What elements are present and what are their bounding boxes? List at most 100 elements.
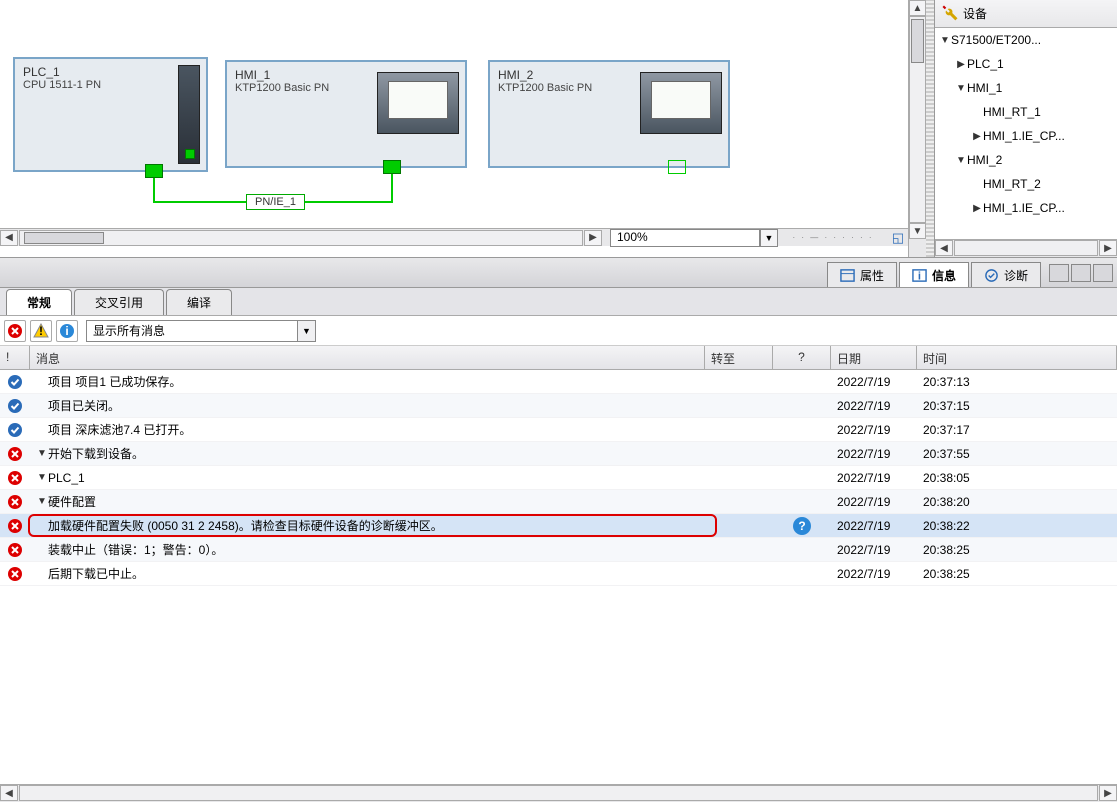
filter-info-icon[interactable]: i [56, 320, 78, 342]
net-port-hmi2[interactable] [668, 160, 686, 174]
bottom-hscroll-track[interactable] [19, 785, 1098, 801]
tree-label: HMI_RT_1 [983, 105, 1041, 119]
svg-text:!: ! [39, 324, 43, 338]
error-icon [0, 542, 30, 558]
hscroll-right-button[interactable]: ▶ [584, 230, 602, 246]
message-header: ! 消息 转至 ? 日期 时间 [0, 346, 1117, 370]
tree-hscroll-right[interactable]: ▶ [1099, 240, 1117, 256]
tree-label: HMI_1 [967, 81, 1002, 95]
device-plc[interactable]: PLC_1 CPU 1511-1 PN [13, 57, 208, 172]
col-msg[interactable]: 消息 [30, 346, 705, 369]
tree-toggle-icon[interactable]: ▼ [955, 83, 967, 94]
message-area: ! 消息 转至 ? 日期 时间 项目 项目1 已成功保存。2022/7/1920… [0, 346, 1117, 784]
message-row[interactable]: 后期下载已中止。2022/7/1920:38:25 [0, 562, 1117, 586]
net-port-hmi1[interactable] [383, 160, 401, 174]
col-time[interactable]: 时间 [917, 346, 1117, 369]
vscroll-thumb[interactable] [911, 19, 924, 63]
filter-select[interactable]: ▼ [86, 320, 316, 342]
window-button-3[interactable] [1093, 264, 1113, 282]
hmi-hardware-icon [377, 72, 459, 134]
row-toggle-icon[interactable]: ▼ [36, 496, 48, 507]
tree-hscroll-left[interactable]: ◀ [935, 240, 953, 256]
tree-node[interactable]: HMI_RT_1 [935, 100, 1117, 124]
message-help[interactable]: ? [773, 517, 831, 535]
inner-tab-crossref[interactable]: 交叉引用 [74, 289, 164, 315]
device-hmi2-sub: KTP1200 Basic PN [498, 82, 640, 94]
message-body[interactable]: 项目 项目1 已成功保存。2022/7/1920:37:13 项目已关闭。 202… [0, 370, 1117, 784]
filter-dropdown-button[interactable]: ▼ [297, 321, 315, 341]
zoom-dropdown-button[interactable]: ▼ [760, 229, 778, 247]
message-row[interactable]: 项目已关闭。2022/7/1920:37:15 [0, 394, 1117, 418]
tree-node[interactable]: ▼HMI_2 [935, 148, 1117, 172]
row-toggle-icon[interactable]: ▼ [36, 448, 48, 459]
tree-node[interactable]: ▶PLC_1 [935, 52, 1117, 76]
message-text: 项目已关闭。 [30, 397, 705, 414]
tree-toggle-icon[interactable]: ▶ [971, 203, 983, 214]
message-row[interactable]: 项目 深床滤池7.4 已打开。2022/7/1920:37:17 [0, 418, 1117, 442]
tree-hscroll-track[interactable] [954, 240, 1098, 256]
hscroll-track[interactable] [19, 230, 583, 246]
vscroll-track[interactable] [909, 16, 926, 223]
vscroll-up-button[interactable]: ▲ [909, 0, 926, 16]
tree-node[interactable]: ▼S71500/ET200... [935, 28, 1117, 52]
tab-properties[interactable]: 属性 [827, 262, 897, 287]
window-button-1[interactable] [1049, 264, 1069, 282]
window-button-2[interactable] [1071, 264, 1091, 282]
tree-label: S71500/ET200... [951, 33, 1041, 47]
network-label[interactable]: PN/IE_1 [246, 194, 305, 210]
message-row[interactable]: 项目 项目1 已成功保存。2022/7/1920:37:13 [0, 370, 1117, 394]
message-date: 2022/7/19 [831, 567, 917, 581]
row-toggle-icon[interactable]: ▼ [36, 472, 48, 483]
bottom-hscroll-left[interactable]: ◀ [0, 785, 18, 801]
col-goto[interactable]: 转至 [705, 346, 773, 369]
filter-warning-icon[interactable]: ! [30, 320, 52, 342]
splitter[interactable] [926, 0, 934, 257]
col-q[interactable]: ? [773, 346, 831, 369]
tree-toggle-icon[interactable]: ▶ [971, 131, 983, 142]
bottom-hscroll-right[interactable]: ▶ [1099, 785, 1117, 801]
tab-info[interactable]: i 信息 [899, 262, 969, 287]
filter-error-icon[interactable] [4, 320, 26, 342]
tree-toggle-icon[interactable]: ▼ [955, 155, 967, 166]
tree-body[interactable]: ▼S71500/ET200...▶PLC_1▼HMI_1HMI_RT_1▶HMI… [935, 28, 1117, 239]
hscroll-left-button[interactable]: ◀ [0, 230, 18, 246]
message-row[interactable]: 加载硬件配置失败 (0050 31 2 2458)。请检查目标硬件设备的诊断缓冲… [0, 514, 1117, 538]
col-date[interactable]: 日期 [831, 346, 917, 369]
tree-header-label: 设备 [963, 5, 987, 22]
tree-label: HMI_1.IE_CP... [983, 201, 1065, 215]
info-icon: i [912, 267, 928, 283]
network-canvas[interactable]: PLC_1 CPU 1511-1 PN HMI_1 KTP1200 Basic … [0, 0, 908, 228]
message-text: ▼ PLC_1 [30, 471, 705, 485]
tree-node[interactable]: HMI_RT_2 [935, 172, 1117, 196]
tree-node[interactable]: ▼HMI_1 [935, 76, 1117, 100]
tab-diagnostics[interactable]: 诊断 [971, 262, 1041, 287]
help-icon[interactable]: ? [793, 517, 811, 535]
message-row[interactable]: 装载中止（错误：1；警告：0）。2022/7/1920:38:25 [0, 538, 1117, 562]
inner-tab-compile[interactable]: 编译 [166, 289, 232, 315]
net-port-plc[interactable] [145, 164, 163, 178]
hscroll-thumb[interactable] [24, 232, 104, 244]
message-text: 加载硬件配置失败 (0050 31 2 2458)。请检查目标硬件设备的诊断缓冲… [30, 517, 705, 534]
message-date: 2022/7/19 [831, 399, 917, 413]
tree-label: HMI_2 [967, 153, 1002, 167]
inner-tab-general[interactable]: 常规 [6, 289, 72, 315]
zoom-fit-icon[interactable]: ◱ [888, 229, 908, 247]
tree-toggle-icon[interactable]: ▼ [939, 35, 951, 46]
tree-header: 设备 [935, 0, 1117, 28]
zoom-input[interactable]: 100% [610, 229, 760, 247]
message-row[interactable]: ▼ 硬件配置2022/7/1920:38:20 [0, 490, 1117, 514]
message-time: 20:38:20 [917, 495, 1117, 509]
tree-toggle-icon[interactable]: ▶ [955, 59, 967, 70]
device-hmi1[interactable]: HMI_1 KTP1200 Basic PN [225, 60, 467, 168]
filter-input[interactable] [87, 321, 297, 341]
message-time: 20:37:17 [917, 423, 1117, 437]
device-hmi2[interactable]: HMI_2 KTP1200 Basic PN [488, 60, 730, 168]
vscroll-down-button[interactable]: ▼ [909, 223, 926, 239]
tree-node[interactable]: ▶HMI_1.IE_CP... [935, 124, 1117, 148]
message-row[interactable]: ▼ 开始下载到设备。2022/7/1920:37:55 [0, 442, 1117, 466]
col-icon[interactable]: ! [0, 346, 30, 369]
error-icon [0, 518, 30, 534]
tree-node[interactable]: ▶HMI_1.IE_CP... [935, 196, 1117, 220]
zoom-slider[interactable]: · · — · · · · · · [778, 229, 888, 247]
message-row[interactable]: ▼ PLC_12022/7/1920:38:05 [0, 466, 1117, 490]
